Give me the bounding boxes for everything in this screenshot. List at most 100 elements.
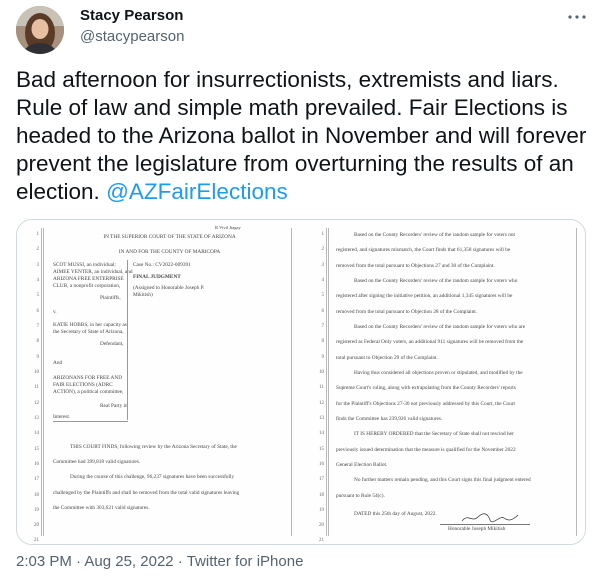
judgment-line: registered after signing the initiative … xyxy=(336,293,513,299)
line-number: 14 xyxy=(319,431,324,436)
signature-mark xyxy=(461,513,519,523)
line-number: 15 xyxy=(34,447,39,452)
mention-link[interactable]: @AZFairElections xyxy=(106,179,288,204)
separator: · xyxy=(173,553,187,570)
assigned-judge: (Assigned to Honorable Joseph P. xyxy=(133,285,205,291)
tweet-image[interactable]: R.Vivil Jiagay 1 2 3 4 5 6 7 8 9 10 11 1… xyxy=(16,219,586,545)
line-number: 18 xyxy=(319,493,324,498)
judgment-title: FINAL JUDGMENT xyxy=(133,274,181,280)
judgment-line: IT IS HEREBY ORDERED that the Secretary … xyxy=(354,431,514,437)
line-number: 21 xyxy=(319,538,324,543)
line-number: 2 xyxy=(36,247,40,252)
party-line: AIMEE YENTER, an individual, and xyxy=(53,269,133,275)
line-number: 6 xyxy=(36,309,40,314)
party-line: ACTION), a political committee, xyxy=(53,389,124,395)
line-number: 20 xyxy=(319,523,324,528)
tweet-source[interactable]: Twitter for iPhone xyxy=(187,553,304,570)
party-line: Real Party in xyxy=(100,403,128,409)
line-number: 8 xyxy=(36,339,40,344)
line-number: 16 xyxy=(34,462,39,467)
judgment-line: Having thus considered all objections pr… xyxy=(354,370,523,376)
judgment-line: removed from the total pursuant to Objec… xyxy=(336,309,478,315)
judgment-line: Supreme Court's ruling, along with extra… xyxy=(336,385,516,391)
tweet-footer: 2:03 PM · Aug 25, 2022 · Twitter for iPh… xyxy=(16,553,303,570)
judgment-line: General Election Ballot. xyxy=(336,462,388,468)
party-line: SCOT MUSSI, an individual; xyxy=(53,262,116,268)
line-number: 17 xyxy=(34,477,39,482)
court-title: IN THE SUPERIOR COURT OF THE STATE OF AR… xyxy=(103,234,236,240)
party-line: the Secretary of State of Arizona, xyxy=(53,329,124,335)
separator: · xyxy=(71,553,85,570)
tweet: Stacy Pearson @stacypearson Bad afternoo… xyxy=(0,0,605,580)
line-number: 9 xyxy=(36,355,40,360)
line-number: 7 xyxy=(36,324,40,329)
judgment-line: registered as Federal Only voters, an ad… xyxy=(336,339,524,345)
judgment-line: No further matters remain pending, and t… xyxy=(354,477,531,483)
author-name[interactable]: Stacy Pearson xyxy=(80,7,183,24)
tweet-date[interactable]: Aug 25, 2022 xyxy=(84,553,173,570)
line-number: 18 xyxy=(34,493,39,498)
tweet-text: Bad afternoon for insurrectionists, extr… xyxy=(16,66,591,206)
case-number: Case No.: CV2022-009391 xyxy=(133,262,191,268)
party-line: Defendant, xyxy=(100,341,124,347)
party-line: ARIZONA FREE ENTERPRISE xyxy=(53,276,124,282)
assigned-judge-2: Mikitish) xyxy=(133,292,153,298)
line-number: 5 xyxy=(321,293,325,298)
line-number: 10 xyxy=(319,370,324,375)
line-number: 6 xyxy=(321,309,325,314)
party-line: ARIZONANS FOR FREE AND xyxy=(53,375,123,381)
party-line: CLUB, a nonprofit corporation, xyxy=(53,283,121,289)
line-number: 5 xyxy=(36,293,40,298)
line-number: 13 xyxy=(319,416,324,421)
document-page-left: R.Vivil Jiagay 1 2 3 4 5 6 7 8 9 10 11 1… xyxy=(17,220,302,544)
judgment-line: total pursuant to Objection 29 of the Co… xyxy=(336,355,438,361)
judgment-line: finds the Committee has 239,926 valid si… xyxy=(336,416,443,422)
judgment-line: pursuant to Rule 54(c). xyxy=(336,493,385,499)
party-line: Interest. xyxy=(53,414,71,420)
party-line: FAIR ELECTIONS (ADRC xyxy=(53,382,113,388)
line-number: 19 xyxy=(34,508,39,513)
judgment-line: registered, and signatures mismatch, the… xyxy=(336,247,511,253)
judgment-line: Based on the County Recorders' review of… xyxy=(354,324,526,330)
signature-name: Honorable Joseph Mikitish xyxy=(448,526,506,532)
line-number: 15 xyxy=(319,447,324,452)
line-number: 17 xyxy=(319,477,324,482)
line-number: 1 xyxy=(321,232,325,237)
line-number: 1 xyxy=(36,232,40,237)
county-line: IN AND FOR THE COUNTY OF MARICOPA xyxy=(118,249,221,255)
line-number: 12 xyxy=(34,401,39,406)
judgment-line: previously issued determination that the… xyxy=(336,447,516,453)
author-handle[interactable]: @stacypearson xyxy=(80,28,184,45)
avatar[interactable] xyxy=(16,6,64,54)
line-number: 2 xyxy=(321,247,325,252)
finding-line: the Committee with 303,621 valid signatu… xyxy=(53,505,150,511)
page-number: 2 xyxy=(450,544,453,545)
judgment-line: removed from the total pursuant to Objec… xyxy=(336,263,495,269)
line-number: 11 xyxy=(34,385,39,390)
finding-line: challenged by the Plaintiffs and shall b… xyxy=(53,490,240,496)
finding-line: Committee had 399,818 valid signatures. xyxy=(53,459,141,465)
line-number: 14 xyxy=(34,431,39,436)
tweet-time[interactable]: 2:03 PM xyxy=(16,553,72,570)
party-line: v. xyxy=(53,309,57,315)
more-horizontal-icon[interactable] xyxy=(566,6,588,28)
line-number: 10 xyxy=(34,370,39,375)
line-number: 20 xyxy=(34,523,39,528)
judgment-line: for the Plaintiff's Objections 27-30 not… xyxy=(336,401,516,407)
party-line: KATIE HOBBS, in her capacity as xyxy=(53,322,127,328)
line-number: 21 xyxy=(34,538,39,543)
line-number: 3 xyxy=(321,263,325,268)
line-number: 7 xyxy=(321,324,325,329)
party-line: And xyxy=(53,360,63,366)
judgment-line: Based on the County Recorders' review of… xyxy=(354,278,518,284)
line-number: 8 xyxy=(321,339,325,344)
doc-header-small: R.Vivil Jiagay xyxy=(215,225,241,230)
judgment-line: DATED this 25th day of August, 2022. xyxy=(354,511,437,517)
line-number: 12 xyxy=(319,401,324,406)
line-number: 13 xyxy=(34,416,39,421)
line-number: 16 xyxy=(319,462,324,467)
party-line: Plaintiffs, xyxy=(100,295,121,301)
judgment-line: Based on the County Recorders' review of… xyxy=(354,232,515,238)
document-page-right: 1 2 3 4 5 6 7 8 9 10 11 12 13 14 15 16 1… xyxy=(302,220,585,544)
tweet-body: Bad afternoon for insurrectionists, extr… xyxy=(16,67,587,204)
